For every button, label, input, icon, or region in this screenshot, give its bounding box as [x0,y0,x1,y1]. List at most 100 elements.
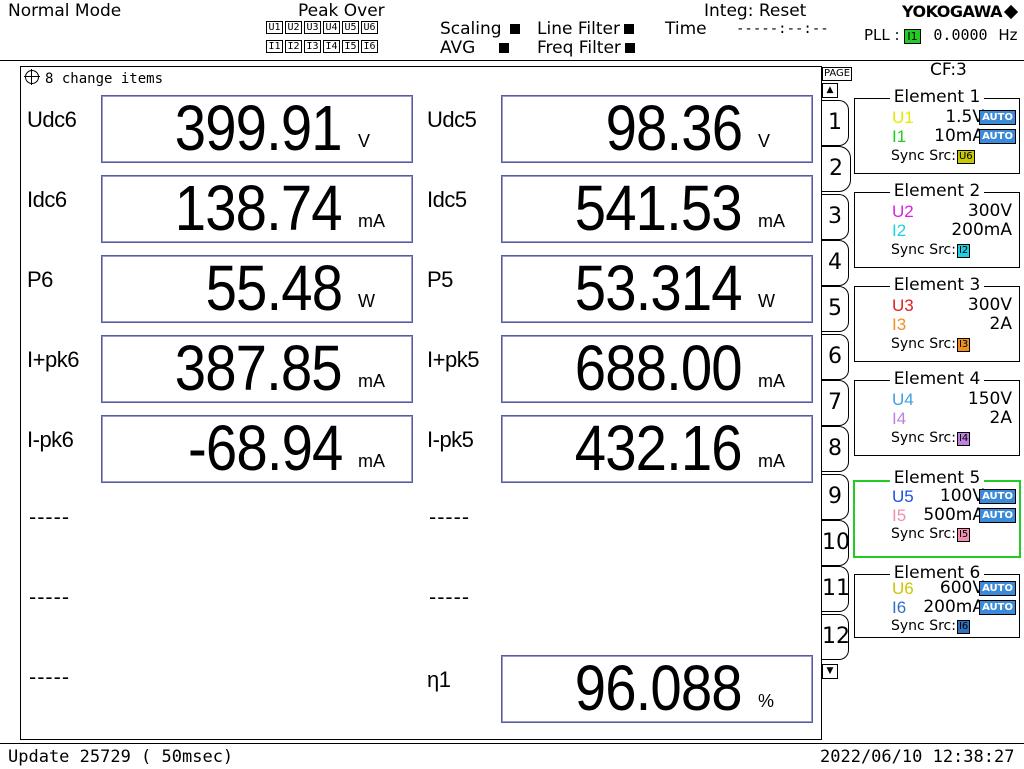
freq-filter-label: Freq Filter [537,38,621,58]
date-time: 2022/06/10 12:38:27 [820,747,1015,767]
measure-value-udc5: 98.36 [605,92,742,164]
element-6-u-name: U6 [892,579,914,598]
page-selector: PAGE ▲ 1 2 3 4 5 6 7 8 9 10 11 12 ▼ [822,66,853,738]
page-tab-12[interactable]: 12 [822,614,850,660]
time-label: Time [665,19,707,39]
peak-over-i6: I6 [361,40,378,53]
element-panel-5[interactable]: Element 5 U5 100V AUTO I5 500mA AUTO Syn… [853,468,1021,558]
measure-unit-p6: W [358,291,375,311]
pll-source-badge: I1 [904,29,921,44]
element-panel-1[interactable]: Element 1 U1 1.5V AUTO I1 10mA AUTO Sync… [854,87,1020,174]
element-title-4: Element 4 [889,369,985,389]
element-1-u-auto-badge: AUTO [979,110,1016,125]
page-tab-10[interactable]: 10 [822,520,850,566]
element-4-i-name: I4 [892,409,907,428]
element-1-i-range: 10mA [934,126,984,146]
freq-filter-indicator: Freq Filter [537,39,635,57]
element-2-i-name: I2 [892,221,907,240]
measurement-panel: 8 change items Udc6 399.91 V Idc6 138.74… [20,66,822,740]
element-5-u-name: U5 [892,487,914,506]
measure-value-box-p6[interactable]: 55.48 W [101,252,413,324]
measure-value-box-udc5[interactable]: 98.36 V [501,92,813,164]
element-1-sync-label: Sync Src: [891,148,956,164]
empty-item-right-7[interactable]: ----- [429,585,470,609]
measure-value-box-idc5[interactable]: 541.53 mA [501,172,813,244]
page-down-button[interactable]: ▼ [822,664,838,679]
element-3-i-name: I3 [892,315,907,334]
measure-value-box-p5[interactable]: 53.314 W [501,252,813,324]
empty-item-left-6[interactable]: ----- [29,505,70,529]
measure-value-box-ipk6-plus[interactable]: 387.85 mA [101,332,413,404]
measure-value-box-idc6[interactable]: 138.74 mA [101,172,413,244]
page-tab-6[interactable]: 6 [822,334,849,380]
brand-name: YOKOGAWA [902,2,1003,21]
empty-item-left-8[interactable]: ----- [29,665,70,689]
freq-filter-status-icon [624,43,635,53]
page-up-button[interactable]: ▲ [822,83,838,98]
page-tab-8[interactable]: 8 [822,426,849,472]
element-title-1: Element 1 [889,87,985,107]
page-tab-4[interactable]: 4 [822,240,849,286]
element-4-u-range: 150V [967,389,1012,409]
page-tab-9[interactable]: 9 [822,474,849,520]
element-2-sync-source: I2 [956,244,971,258]
status-footer: Update 25729 ( 50msec) 2022/06/10 12:38:… [0,743,1024,769]
element-panel-6[interactable]: Element 6 U6 600V AUTO I6 200mA AUTO Syn… [854,563,1020,638]
peak-over-i3: I3 [304,40,321,53]
element-3-current-row: I3 2A [859,314,1016,335]
measure-unit-idc6: mA [358,211,385,231]
peak-over-current-row: I1 I2 I3 I4 I5 I6 [266,40,378,53]
measure-value-ipk6-minus: -68.94 [187,412,343,484]
empty-item-left-7[interactable]: ----- [29,585,70,609]
element-4-sync-label: Sync Src: [891,430,956,446]
element-1-u-name: U1 [892,108,914,127]
element-3-i-range: 2A [989,314,1012,334]
measure-value-box-ipk6-minus[interactable]: -68.94 mA [101,412,413,484]
element-1-voltage-row: U1 1.5V AUTO [859,108,1016,127]
page-tab-7[interactable]: 7 [822,380,849,426]
update-counter: Update 25729 ( 50msec) [8,747,234,767]
peak-over-u4: U4 [323,21,340,34]
measure-unit-idc5: mA [758,211,785,231]
element-4-sync-source: I4 [956,432,971,446]
measure-unit-ipk5-minus: mA [758,451,785,471]
measure-value-box-ipk5-plus[interactable]: 688.00 mA [501,332,813,404]
element-6-current-row: I6 200mA AUTO [859,598,1016,617]
measure-value-box-ipk5-minus[interactable]: 432.16 mA [501,412,813,484]
measure-value-box-udc6[interactable]: 399.91 V [101,92,413,164]
page-tab-2[interactable]: 2 [822,146,851,192]
integ-status: Integ: Reset [704,1,807,21]
element-panel-3[interactable]: Element 3 U3 300V I3 2A Sync Src: I3 [854,275,1020,362]
page-tab-5[interactable]: 5 [822,286,849,332]
measure-unit-ipk6-plus: mA [358,371,385,391]
element-1-sync-row: Sync Src: U6 [891,147,1016,166]
status-header: Normal Mode Peak Over U1 U2 U3 U4 U5 U6 … [0,0,1024,61]
crosshair-target-icon [24,69,40,85]
measure-value-idc6: 138.74 [175,172,343,244]
element-3-u-name: U3 [892,296,914,315]
element-1-i-name: I1 [892,127,907,146]
element-3-sync-source: I3 [956,338,971,352]
page-tab-11[interactable]: 11 [822,566,850,612]
peak-over-i5: I5 [342,40,359,53]
measure-unit-ipk6-minus: mA [358,451,385,471]
measure-label-p6: P6 [27,267,53,292]
element-5-i-range: 500mA [923,505,984,525]
element-panel-4[interactable]: Element 4 U4 150V I4 2A Sync Src: I4 [854,369,1020,456]
page-tab-3[interactable]: 3 [822,194,849,240]
element-6-i-range: 200mA [923,597,984,617]
element-6-i-name: I6 [892,598,907,617]
element-6-sync-label: Sync Src: [891,618,956,634]
measure-label-idc5: Idc5 [427,187,467,212]
measure-value-ipk5-plus: 688.00 [575,332,743,404]
element-6-voltage-row: U6 600V AUTO [859,579,1016,598]
measure-label-idc6: Idc6 [27,187,67,212]
element-4-current-row: I4 2A [859,409,1016,429]
element-5-sync-row: Sync Src: I5 [891,525,1016,544]
measure-value-box-eta1[interactable]: 96.088 % [501,652,813,724]
page-tab-1[interactable]: 1 [822,100,849,146]
element-6-u-auto-badge: AUTO [979,581,1016,596]
element-panel-2[interactable]: Element 2 U2 300V I2 200mA Sync Src: I2 [854,181,1020,268]
peak-over-i1: I1 [266,40,283,53]
empty-item-right-6[interactable]: ----- [429,505,470,529]
